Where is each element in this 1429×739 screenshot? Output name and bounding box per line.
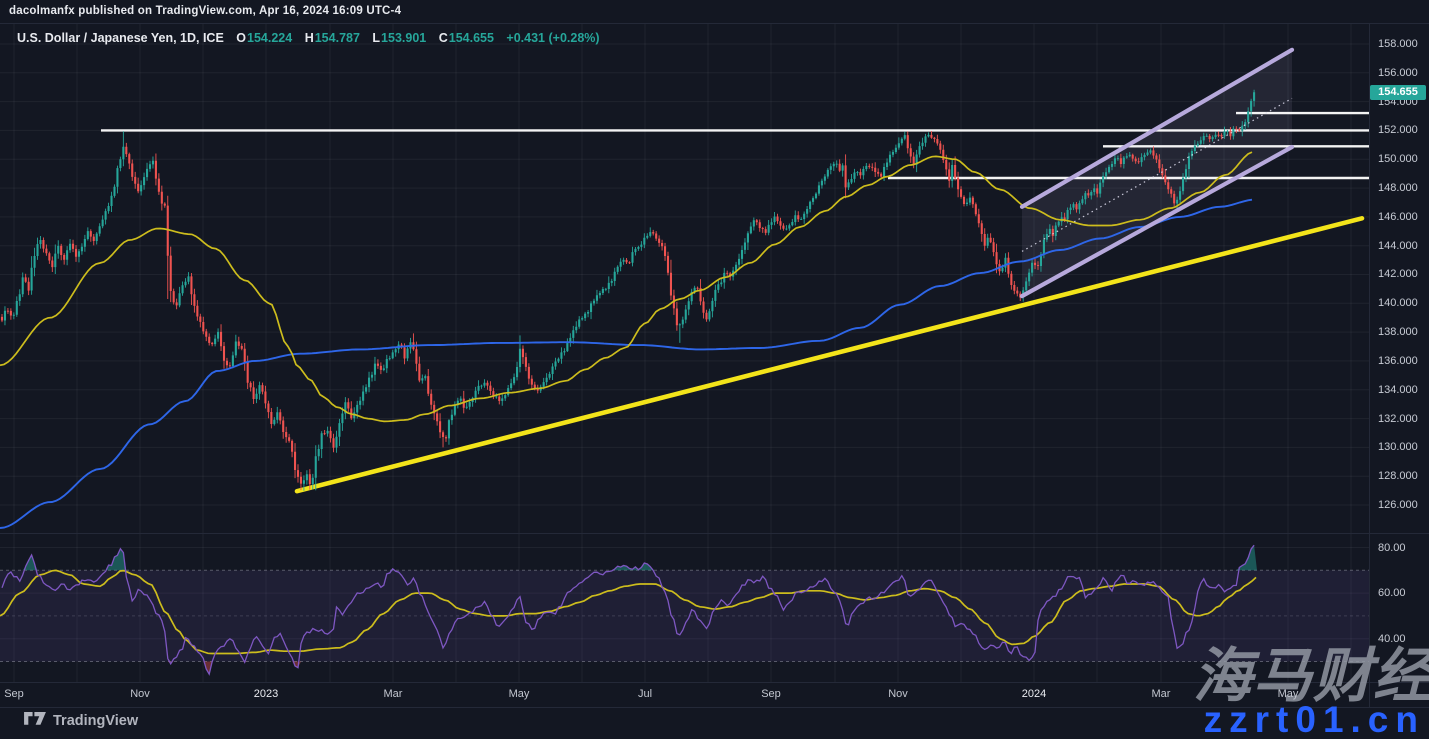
price-tick: 144.000 bbox=[1378, 240, 1418, 252]
time-tick-2024: 2024 bbox=[1022, 688, 1046, 700]
time-tick-jul: Jul bbox=[638, 688, 652, 700]
rsi-tick: 60.00 bbox=[1378, 587, 1406, 599]
price-tick: 156.000 bbox=[1378, 67, 1418, 79]
price-tick: 148.000 bbox=[1378, 182, 1418, 194]
price-tick: 158.000 bbox=[1378, 38, 1418, 50]
chart-plot-area[interactable] bbox=[0, 0, 1429, 739]
time-tick-may: May bbox=[1278, 688, 1299, 700]
price-tick: 130.000 bbox=[1378, 441, 1418, 453]
time-tick-sep: Sep bbox=[761, 688, 781, 700]
price-axis[interactable]: 158.000156.000154.000152.000150.000148.0… bbox=[1370, 24, 1429, 682]
time-tick-nov: Nov bbox=[888, 688, 908, 700]
price-tick: 152.000 bbox=[1378, 124, 1418, 136]
low-value: 153.901 bbox=[381, 31, 426, 45]
close-label: C bbox=[439, 31, 448, 45]
change-value: +0.431 (+0.28%) bbox=[506, 31, 599, 45]
price-tick: 138.000 bbox=[1378, 326, 1418, 338]
high-value: 154.787 bbox=[315, 31, 360, 45]
time-tick-may: May bbox=[509, 688, 530, 700]
last-price-badge: 154.655 bbox=[1370, 85, 1426, 100]
open-label: O bbox=[236, 31, 246, 45]
symbol-legend[interactable]: U.S. Dollar / Japanese Yen, 1D, ICE O154… bbox=[17, 31, 600, 45]
price-tick: 128.000 bbox=[1378, 470, 1418, 482]
time-tick-mar: Mar bbox=[384, 688, 403, 700]
tradingview-logo-icon bbox=[24, 712, 46, 729]
tradingview-published-chart: dacolmanfx published on TradingView.com,… bbox=[0, 0, 1429, 739]
time-tick-2023: 2023 bbox=[254, 688, 278, 700]
time-tick-sep: Sep bbox=[4, 688, 24, 700]
price-tick: 142.000 bbox=[1378, 268, 1418, 280]
price-tick: 126.000 bbox=[1378, 499, 1418, 511]
tradingview-logo[interactable]: TradingView bbox=[24, 712, 138, 729]
rsi-tick: 80.00 bbox=[1378, 542, 1406, 554]
price-tick: 146.000 bbox=[1378, 211, 1418, 223]
price-tick: 140.000 bbox=[1378, 297, 1418, 309]
time-tick-mar: Mar bbox=[1152, 688, 1171, 700]
time-tick-nov: Nov bbox=[130, 688, 150, 700]
price-tick: 150.000 bbox=[1378, 153, 1418, 165]
price-tick: 134.000 bbox=[1378, 384, 1418, 396]
publisher-line: dacolmanfx published on TradingView.com,… bbox=[9, 5, 401, 17]
high-label: H bbox=[305, 31, 314, 45]
close-value: 154.655 bbox=[449, 31, 494, 45]
rsi-tick: 40.00 bbox=[1378, 633, 1406, 645]
tradingview-logo-text: TradingView bbox=[53, 713, 138, 729]
open-value: 154.224 bbox=[247, 31, 292, 45]
low-label: L bbox=[372, 31, 380, 45]
price-tick: 136.000 bbox=[1378, 355, 1418, 367]
symbol-title: U.S. Dollar / Japanese Yen, 1D, ICE bbox=[17, 31, 224, 45]
time-axis[interactable]: Sep Nov 2023 Mar May Jul Sep Nov 2024 Mar May bbox=[0, 682, 1369, 707]
price-tick: 132.000 bbox=[1378, 413, 1418, 425]
